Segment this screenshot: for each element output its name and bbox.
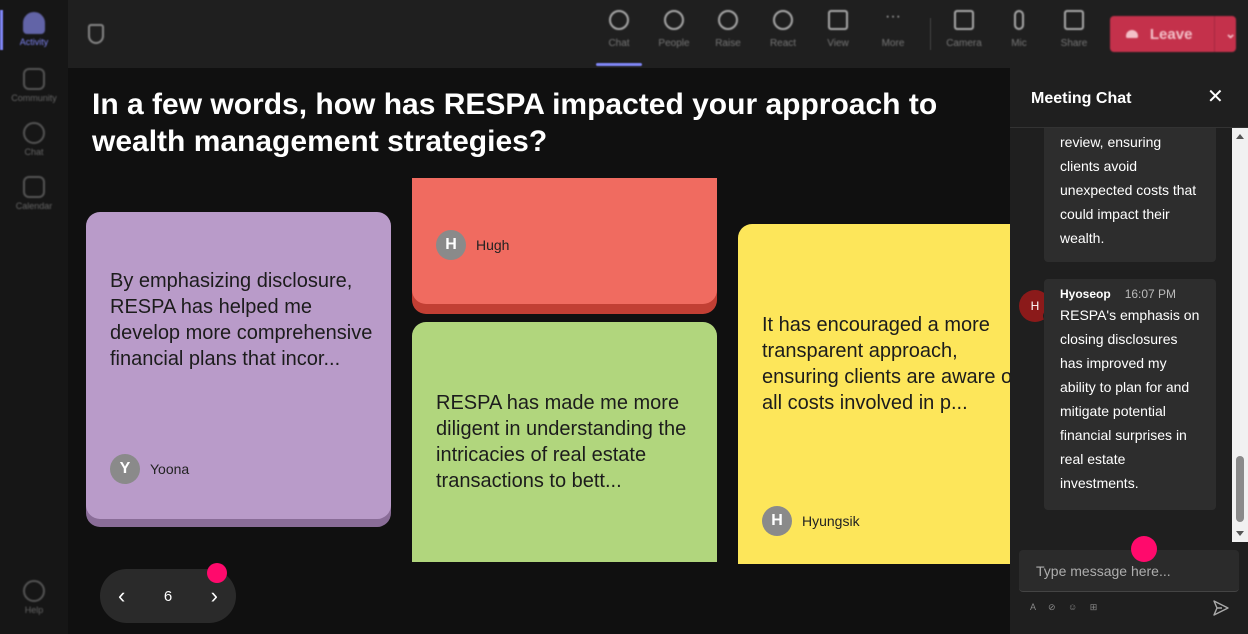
scroll-down-icon[interactable] [1236,531,1244,536]
toolbar-label: More [881,38,905,49]
active-tab-indicator [596,63,642,66]
rail-item-label: Calendar [15,201,53,211]
mic-icon [1014,10,1024,30]
chat-scrollbar[interactable] [1232,128,1248,542]
message-meta: Hyoseop 16:07 PM [1060,285,1200,303]
chat-title: Meeting Chat [1031,90,1132,107]
rail-item-chat[interactable]: Chat [0,122,68,157]
toolbar-camera-button[interactable]: Camera [941,10,987,49]
author-name: Hugh [476,237,510,253]
smiley-icon [773,10,793,30]
scroll-thumb[interactable] [1236,456,1244,522]
response-text: It has encouraged a more transparent app… [762,314,1010,414]
calendar-icon [23,176,45,198]
stage: In a few words, how has RESPA impacted y… [68,68,1010,634]
raise-hand-icon [718,10,738,30]
camera-off-icon [954,10,974,30]
message-input[interactable]: Type message here... [1019,550,1239,592]
more-icon: ··· [885,8,901,25]
toolbar-label: React [769,38,797,49]
bell-icon [23,12,45,34]
rail-item-label: Help [24,605,44,615]
chat-message: Hyoseop 16:07 PM RESPA's emphasis on clos… [1044,279,1216,510]
response-card[interactable]: RESPA has made me more diligent in under… [412,322,717,562]
page-number: 6 [163,587,173,605]
toolbar-label: Chat [608,38,630,49]
toolbar-label: Camera [946,38,982,49]
meeting-chat-panel: Meeting Chat ✕ review, ensuring clients … [1010,68,1248,634]
meeting-toolbar: Chat People Raise React View ··· More Ca… [68,0,1248,68]
people-icon [664,10,684,30]
response-text: By emphasizing disclosure, RESPA has hel… [110,270,373,370]
help-icon [23,580,45,602]
rail-item-calendar[interactable]: Calendar [0,176,68,211]
toolbar-label: Mic [1011,38,1027,49]
rail-item-label: Community [11,93,57,103]
response-author: Y Yoona [110,454,189,484]
share-screen-icon [1064,10,1084,30]
toolbar-raise-button[interactable]: Raise [705,10,751,49]
leave-button[interactable]: Leave ⌄ [1110,16,1236,52]
avatar: H [436,230,466,260]
avatar: Y [110,454,140,484]
chevron-down-icon[interactable]: ⌄ [1225,26,1236,42]
grid-icon [828,10,848,30]
toolbar-more-button[interactable]: ··· More [870,8,916,50]
chat-icon [609,10,629,30]
send-icon[interactable] [1212,599,1230,617]
cursor-indicator [1131,536,1157,562]
response-author: H Hugh [436,230,509,260]
chat-header: Meeting Chat ✕ [1010,68,1248,128]
toolbar-share-button[interactable]: Share [1051,10,1097,49]
author-name: Hyungsik [802,513,860,529]
rail-item-label: Activity [19,37,49,47]
message-author: Hyoseop [1060,287,1111,301]
toolbar-label: Raise [715,38,741,49]
format-toolbar[interactable]: A ⊘ ☺ ⊞ [1030,602,1102,613]
response-author: H Hyungsik [762,506,860,536]
response-card[interactable]: H Hugh [412,178,717,304]
leave-label: Leave [1149,25,1193,43]
message-text: RESPA's emphasis on closing disclosures … [1060,307,1200,491]
rail-item-help[interactable]: Help [0,580,68,615]
toolbar-divider [930,18,931,50]
shield-icon[interactable] [88,24,104,44]
toolbar-react-button[interactable]: React [760,10,806,49]
response-card[interactable]: By emphasizing disclosure, RESPA has hel… [86,212,391,519]
avatar: H [762,506,792,536]
message-time: 16:07 PM [1124,287,1177,301]
cursor-indicator [207,563,227,583]
chevron-right-icon[interactable]: › [211,585,218,607]
rail-item-label: Chat [24,147,44,157]
toolbar-people-button[interactable]: People [651,10,697,49]
chat-icon [23,122,45,144]
toolbar-label: People [658,38,690,49]
close-icon[interactable]: ✕ [1207,87,1224,107]
community-icon [23,68,45,90]
scroll-up-icon[interactable] [1236,134,1244,139]
toolbar-view-button[interactable]: View [815,10,861,49]
hang-up-icon [1126,30,1138,38]
rail-item-community[interactable]: Community [0,68,68,103]
chevron-left-icon[interactable]: ‹ [118,585,125,607]
response-text: RESPA has made me more diligent in under… [436,392,687,492]
rail-item-activity[interactable]: Activity [0,12,68,47]
response-card[interactable]: It has encouraged a more transparent app… [738,224,1010,564]
toolbar-mic-button[interactable]: Mic [996,10,1042,49]
message-text: review, ensuring clients avoid unexpecte… [1060,134,1197,246]
toolbar-label: View [827,38,849,49]
leave-divider [1214,16,1216,52]
app-rail: Activity Community Chat Calendar Help [0,0,68,634]
chat-message: review, ensuring clients avoid unexpecte… [1044,128,1216,262]
author-name: Yoona [150,461,190,477]
toolbar-chat-button[interactable]: Chat [596,10,642,49]
chat-messages[interactable]: review, ensuring clients avoid unexpecte… [1010,128,1232,542]
question-title: In a few words, how has RESPA impacted y… [92,88,938,158]
toolbar-label: Share [1060,38,1088,49]
